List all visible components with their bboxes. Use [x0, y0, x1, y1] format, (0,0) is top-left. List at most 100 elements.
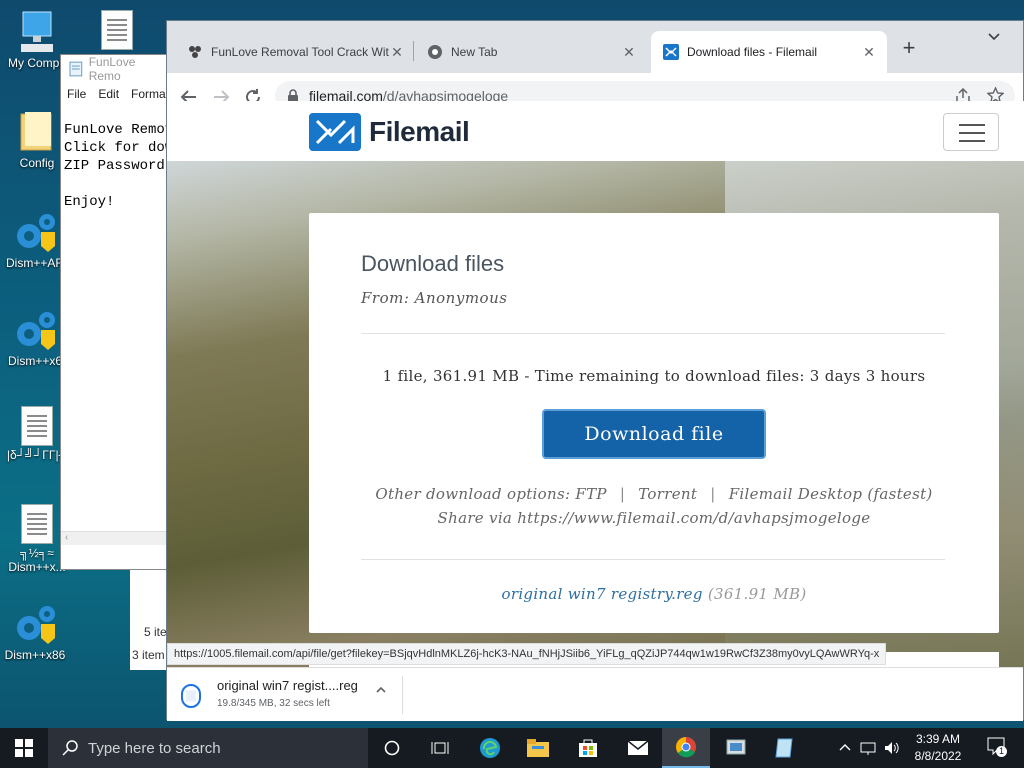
desktop-icon-label: My Compu [7, 56, 66, 70]
windows-logo-icon [15, 739, 33, 757]
search-icon [62, 740, 78, 756]
explorer-status-count: 3 item [132, 648, 165, 662]
notepad-text-area[interactable]: FunLove Remov Click for dow ZIP Password… [61, 105, 173, 211]
chevron-up-icon[interactable] [838, 741, 852, 755]
notepad-taskbar-icon[interactable] [760, 728, 808, 768]
desktop-icon-label: Config [19, 156, 55, 170]
gear-icon [17, 606, 55, 644]
new-tab-button[interactable]: + [897, 35, 921, 61]
tab-strip: FunLove Removal Tool Crack Wit ✕ New Tab… [167, 21, 1023, 73]
notepad-title: FunLove Remo [88, 55, 136, 83]
control-panel-icon[interactable] [712, 728, 760, 768]
document-icon [21, 504, 53, 544]
download-file-button[interactable]: Download file [542, 409, 766, 459]
clock-date: 8/8/2022 [914, 749, 962, 763]
download-file-name: original win7 regist....reg [217, 678, 358, 693]
explorer-window-fragment: 5 ite 3 item [130, 570, 170, 670]
tab-title: FunLove Removal Tool Crack Wit [211, 45, 389, 59]
download-progress-icon [181, 684, 201, 708]
page-title: Download files [361, 251, 505, 276]
computer-icon [21, 11, 53, 52]
share-link[interactable]: Share via https://www.filemail.com/d/avh… [309, 509, 999, 527]
filemail-logo-icon [309, 113, 361, 151]
taskbar-search-box[interactable]: Type here to search [48, 728, 368, 768]
tab-separator [413, 41, 414, 61]
store-icon[interactable] [564, 728, 612, 768]
notification-badge: 1 [996, 746, 1007, 757]
tab-search-chevron-icon[interactable] [987, 29, 1001, 43]
divider [361, 559, 945, 560]
menu-file[interactable]: File [67, 87, 86, 101]
option-torrent-link[interactable]: Torrent [638, 485, 697, 503]
filemail-header: Filemail [167, 101, 1024, 161]
desktop-icon-label: Dism++x86 [4, 648, 66, 662]
document-icon [101, 10, 133, 50]
system-tray [838, 728, 900, 768]
tab-title: Download files - Filemail [687, 45, 818, 59]
mail-icon[interactable] [614, 728, 662, 768]
divider [361, 333, 945, 334]
horizontal-scrollbar[interactable]: ‹ [61, 531, 169, 545]
download-card: Download files From: Anonymous 1 file, 3… [309, 213, 999, 633]
tab-filemail[interactable]: Download files - Filemail ✕ [651, 31, 887, 73]
menu-edit[interactable]: Edit [98, 87, 119, 101]
chrome-favicon-icon [428, 45, 442, 59]
desktop-icon-label: ╗½╕≈ [20, 546, 54, 560]
link-status-bubble: https://1005.filemail.com/api/file/get?f… [167, 643, 887, 665]
filemail-logo-text: Filemail [369, 116, 470, 147]
chevron-up-icon[interactable] [375, 684, 387, 696]
notepad-icon [69, 61, 83, 77]
folder-icon [20, 112, 52, 151]
desktop-icon-dism-x86[interactable]: Dism++x86 [0, 602, 70, 662]
desktop-icon-label: |δ┘╝┘ΓΓ|┘ [6, 448, 68, 462]
filemail-logo[interactable]: Filemail [309, 113, 470, 151]
tab-new-tab[interactable]: New Tab ✕ [415, 31, 647, 73]
network-icon[interactable] [860, 741, 876, 755]
tab-close-icon[interactable]: ✕ [389, 44, 405, 61]
explorer-items-count: 5 ite [144, 625, 167, 639]
gear-icon [17, 214, 55, 252]
taskbar: Type here to search 3:39 AM 8/8/2022 1 [0, 728, 1024, 768]
tab-close-icon[interactable]: ✕ [621, 44, 637, 61]
tab-close-icon[interactable]: ✕ [861, 44, 877, 61]
menu-format[interactable]: Forma [131, 87, 166, 101]
chrome-window[interactable]: FunLove Removal Tool Crack Wit ✕ New Tab… [166, 20, 1024, 721]
cortana-icon[interactable] [368, 728, 416, 768]
tab-title: New Tab [451, 45, 498, 59]
gear-icon [17, 312, 55, 350]
edge-icon[interactable] [466, 728, 514, 768]
option-separator: | [619, 485, 626, 503]
sender-label: From: Anonymous [361, 289, 508, 307]
start-button[interactable] [0, 728, 48, 768]
clock-time: 3:39 AM [915, 732, 961, 746]
file-list-item: original win7 registry.reg (361.91 MB) [309, 585, 999, 603]
option-desktop-link[interactable]: Filemail Desktop (fastest) [729, 485, 933, 503]
desktop-icon-document[interactable] [82, 10, 152, 52]
file-summary: 1 file, 361.91 MB - Time remaining to do… [382, 367, 926, 385]
option-separator: | [710, 485, 716, 503]
task-view-icon[interactable] [416, 728, 464, 768]
notification-center-icon[interactable]: 1 [984, 736, 1008, 760]
page-viewport: Filemail Download files From: Anonymous … [167, 101, 1024, 667]
document-icon [21, 406, 53, 446]
file-explorer-icon[interactable] [514, 728, 562, 768]
desktop-icon-label: Dism++AR [5, 256, 64, 270]
volume-icon[interactable] [884, 741, 900, 755]
taskbar-clock[interactable]: 3:39 AM 8/8/2022 [906, 731, 970, 765]
download-shelf: original win7 regist....reg 19.8/345 MB,… [167, 667, 1023, 721]
desktop-icon-label: Dism++x6 [7, 354, 63, 368]
notepad-titlebar[interactable]: FunLove Remo [61, 55, 169, 83]
file-size: (361.91 MB) [707, 585, 807, 603]
filemail-favicon-icon [663, 44, 679, 60]
file-name-link[interactable]: original win7 registry.reg [502, 585, 703, 603]
notepad-window[interactable]: FunLove Remo File Edit Forma FunLove Rem… [60, 54, 173, 570]
search-placeholder: Type here to search [88, 739, 221, 757]
tab-funlove[interactable]: FunLove Removal Tool Crack Wit ✕ [175, 31, 415, 73]
desktop-icon-label: Dism++x... [8, 560, 66, 574]
funlove-favicon-icon [189, 46, 201, 58]
option-ftp-link[interactable]: Other download options: FTP [375, 485, 606, 503]
hamburger-menu-icon[interactable] [943, 113, 999, 151]
download-item[interactable]: original win7 regist....reg 19.8/345 MB,… [181, 676, 403, 714]
notepad-menubar: File Edit Forma [61, 83, 169, 105]
chrome-taskbar-icon[interactable] [662, 728, 710, 768]
